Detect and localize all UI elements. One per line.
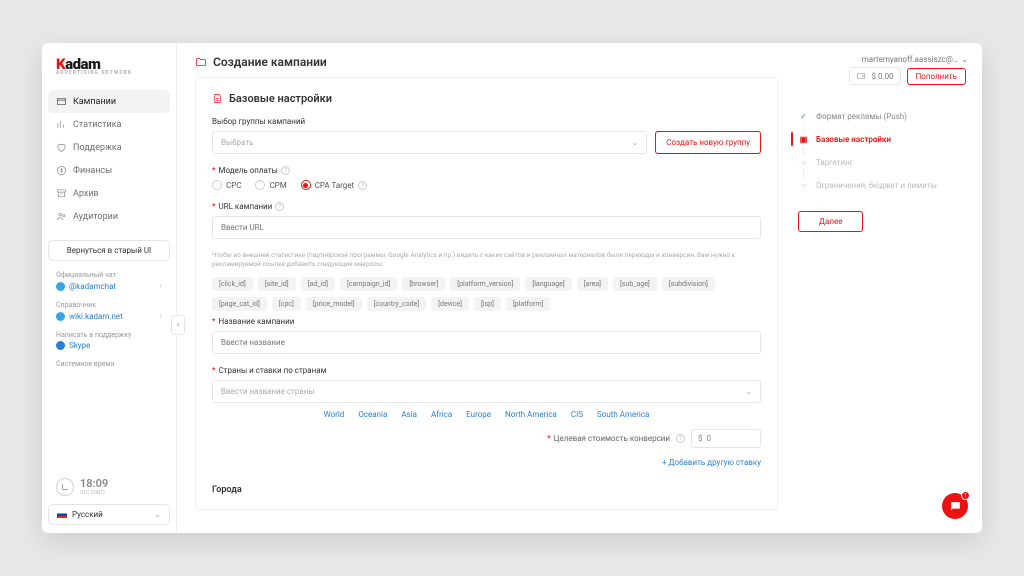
macros-row-1: [click_id] [site_id] [ad_id] [campaign_id] [… [212,277,761,291]
language-select[interactable]: Русский⌄ [48,504,170,525]
chat-label: Официальный чат [56,271,162,279]
region-link[interactable]: North America [505,410,557,419]
nav-stats[interactable]: Статистика [48,113,170,136]
step-basic[interactable]: ▣Базовые настройки [798,128,966,151]
macro-chip[interactable]: [click_id] [212,277,253,291]
user-menu[interactable]: martemyanoff.aassiszc@…⌄ [862,55,968,64]
hint-icon[interactable]: ? [358,181,367,190]
wallet-icon [856,71,866,81]
clock: 18:09UTC (GMT) [48,477,170,496]
conv-input[interactable]: $0 [691,429,761,448]
countries-label: *Страны и ставки по странам [212,366,761,375]
radio-cpa[interactable]: CPA Target? [301,180,367,190]
region-link[interactable]: CIS [571,410,583,419]
nav-audience[interactable]: Аудитории [48,205,170,228]
ref-label: Справочник [56,301,162,309]
macro-chip[interactable]: [campaign_id] [340,277,397,291]
steps: ✓Формат рекламы (Push) ▣Базовые настройк… [798,105,966,197]
flag-icon [57,511,67,518]
regions-row: World Oceania Asia Africa Europe North Americ… [212,410,761,419]
macro-chip[interactable]: [language] [525,277,571,291]
countries-select[interactable]: Ввести название страны⌄ [212,380,761,403]
nav-list: Кампании Статистика Поддержка Финансы Ар… [48,90,170,228]
cities-title: Города [212,485,761,495]
chat-link[interactable]: @kadamchat› [56,281,162,291]
macro-chip[interactable]: [isp] [474,297,501,311]
region-link[interactable]: World [324,410,345,419]
macro-chip[interactable]: [site_id] [258,277,296,291]
region-link[interactable]: Oceania [358,410,387,419]
region-link[interactable]: Europe [466,410,491,419]
macro-chip[interactable]: [page_cat_id] [212,297,267,311]
hint-icon[interactable]: ? [281,166,290,175]
region-link[interactable]: South America [597,410,649,419]
step-format[interactable]: ✓Формат рекламы (Push) [798,105,966,128]
add-rate-link[interactable]: + Добавить другую ставку [212,458,761,467]
macro-chip[interactable]: [area] [577,277,608,291]
logo: KadamADVERTISING NETWORK [48,55,170,90]
clock-icon [56,478,74,496]
pay-label: *Модель оплаты? [212,166,761,175]
step-limits[interactable]: ○Ограничения, бюджет и лимиты [798,174,966,197]
nav-archive[interactable]: Архив [48,182,170,205]
hint-icon[interactable]: ? [275,202,284,211]
chat-badge: 1 [961,491,970,500]
macro-chip[interactable]: [subdivision] [662,277,715,291]
conv-label: Целевая стоимость конверсии [547,434,670,443]
macro-help-text: Чтобы во внешней статистике (партнёрской… [212,251,761,269]
content: Создание кампании Базовые настройки Выбо… [195,55,792,521]
topup-button[interactable]: Пополнить [907,68,966,85]
nav-finance[interactable]: Финансы [48,159,170,182]
region-link[interactable]: Africa [431,410,452,419]
basic-settings-card: Базовые настройки Выбор группы кампаний … [195,77,778,510]
radio-cpc[interactable]: CPC [212,180,241,190]
name-label: *Название кампании [212,317,761,326]
support-label: Написать в поддержку [56,331,162,339]
nav-support[interactable]: Поддержка [48,136,170,159]
chat-icon [949,500,962,513]
url-label: *URL кампании? [212,202,761,211]
macro-chip[interactable]: [platform_version] [450,277,520,291]
chat-fab[interactable]: 1 [942,493,968,519]
radio-cpm[interactable]: CPM [255,180,286,190]
macro-chip[interactable]: [browser] [402,277,445,291]
url-input[interactable] [212,216,761,239]
create-group-button[interactable]: Создать новую группу [655,131,761,154]
macro-chip[interactable]: [device] [431,297,469,311]
region-link[interactable]: Asia [401,410,417,419]
old-ui-button[interactable]: Вернуться в старый UI [48,240,170,261]
balance: $ 0.00 [849,67,900,85]
nav-campaigns[interactable]: Кампании [48,90,170,113]
card-title: Базовые настройки [212,92,761,105]
group-label: Выбор группы кампаний [212,117,761,126]
macro-chip[interactable]: [country_code] [367,297,427,311]
macro-chip[interactable]: [ad_id] [301,277,335,291]
macro-chip[interactable]: [price_model] [306,297,362,311]
macro-chip[interactable]: [platform] [506,297,550,311]
macro-chip[interactable]: [sub_age] [613,277,657,291]
right-panel: $ 0.00 Пополнить ✓Формат рекламы (Push) … [792,55,982,521]
page-title: Создание кампании [195,55,778,77]
sidebar-collapse-button[interactable]: ‹ [171,315,185,335]
group-select[interactable]: Выбрать⌄ [212,131,647,154]
sidebar: KadamADVERTISING NETWORK Кампании Статис… [42,43,177,533]
macro-chip[interactable]: [cpc] [272,297,301,311]
macros-row-2: [page_cat_id] [cpc] [price_model] [country_… [212,297,761,311]
next-button[interactable]: Далее [798,211,863,232]
support-link[interactable]: Skype [56,341,162,350]
ref-link[interactable]: wiki.kadam.net› [56,311,162,321]
step-targeting[interactable]: ○Таргетинг [798,151,966,174]
hint-icon[interactable]: ? [676,434,685,443]
name-input[interactable] [212,331,761,354]
folder-icon [195,56,207,68]
time-label: Системное время [56,360,162,368]
doc-icon [212,93,223,104]
